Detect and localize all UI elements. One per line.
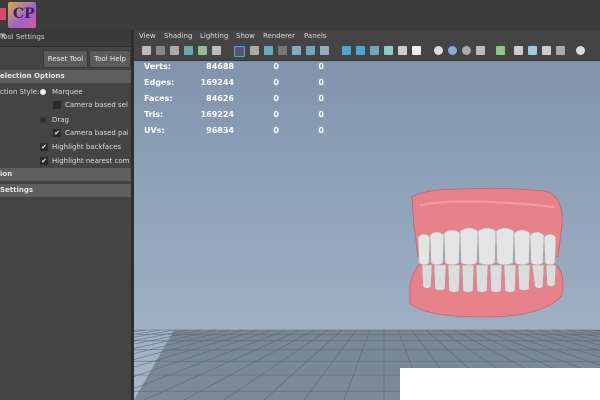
tool-settings-header: Tool Settings ⇱ ✕ (0, 30, 131, 47)
shelf-tab-marker (0, 8, 6, 20)
stat-value: 0 (318, 94, 324, 103)
safe-action-icon[interactable] (306, 46, 315, 55)
menu-renderer[interactable]: Renderer (263, 32, 295, 40)
highlight-nearest-checkbox[interactable]: ✔ (40, 157, 48, 165)
tool-settings-panel: Tool Settings ⇱ ✕ Reset Tool Tool Help e… (0, 30, 131, 400)
safe-title-icon[interactable] (320, 46, 329, 55)
screen-space-ao-icon[interactable] (434, 46, 443, 55)
section-settings[interactable]: Settings (0, 184, 131, 197)
antialias-icon[interactable] (462, 46, 471, 55)
camera-based-sel-label: Camera based sel (65, 101, 128, 109)
stat-value: 0 (273, 94, 279, 103)
stat-value: 0 (318, 62, 324, 71)
image-plane-icon[interactable] (184, 46, 193, 55)
grease-pencil-icon[interactable] (212, 46, 221, 55)
menu-lighting[interactable]: Lighting (200, 32, 228, 40)
drag-radio[interactable] (40, 117, 46, 123)
highlight-backfaces-label: Highlight backfaces (52, 143, 122, 151)
menu-view[interactable]: View (139, 32, 156, 40)
section-ion[interactable]: ion (0, 168, 131, 181)
stat-value: 96834 (206, 126, 234, 135)
film-gate-icon[interactable] (250, 46, 259, 55)
marquee-radio[interactable] (40, 89, 46, 95)
motion-blur-icon[interactable] (448, 46, 457, 55)
camera-attributes-icon[interactable] (156, 46, 165, 55)
xray-components-icon[interactable] (542, 46, 551, 55)
wireframe-on-shaded-icon[interactable] (370, 46, 379, 55)
top-shelf: CP (0, 0, 600, 30)
camera-based-paint-checkbox[interactable]: ✔ (53, 129, 61, 137)
marquee-label: Marquee (52, 88, 83, 96)
highlight-backfaces-checkbox[interactable]: ✔ (40, 143, 48, 151)
reset-tool-button[interactable]: Reset Tool (43, 50, 88, 68)
app-logo-icon[interactable]: CP (8, 2, 36, 28)
menu-show[interactable]: Show (236, 32, 255, 40)
field-chart-icon[interactable] (292, 46, 301, 55)
gate-mask-icon[interactable] (278, 46, 287, 55)
color-management-icon[interactable] (576, 46, 585, 55)
tool-help-button[interactable]: Tool Help (89, 50, 131, 68)
stat-value: 169244 (200, 78, 234, 87)
camera-icon[interactable] (142, 46, 151, 55)
bookmark-icon[interactable] (170, 46, 179, 55)
stat-value: 84626 (206, 94, 234, 103)
selection-style-label: ction Style: (0, 88, 40, 96)
viewport-menubar: View Shading Lighting Show Renderer Pane… (134, 30, 600, 43)
grid-icon[interactable] (234, 46, 245, 57)
teeth-model[interactable] (404, 185, 574, 325)
2d-pan-icon[interactable] (198, 46, 207, 55)
menu-panels[interactable]: Panels (304, 32, 327, 40)
texture-icon[interactable] (384, 46, 393, 55)
xray-joints-icon[interactable] (528, 46, 537, 55)
highlight-nearest-label: Highlight nearest com (52, 157, 130, 165)
depth-of-field-icon[interactable] (476, 46, 485, 55)
camera-based-sel-checkbox[interactable] (53, 101, 61, 109)
section-selection-options[interactable]: election Options (0, 70, 131, 83)
stat-value: 0 (318, 110, 324, 119)
shadow-icon[interactable] (412, 46, 421, 55)
image-overlay (400, 368, 600, 400)
light-icon[interactable] (398, 46, 407, 55)
wireframe-icon[interactable] (342, 46, 351, 55)
stat-value: 84688 (206, 62, 234, 71)
menu-shading[interactable]: Shading (164, 32, 192, 40)
resolution-gate-icon[interactable] (264, 46, 273, 55)
close-icon[interactable]: ✕ (0, 32, 125, 41)
shaded-icon[interactable] (356, 46, 365, 55)
drag-label: Drag (52, 116, 70, 124)
stat-value: 169224 (200, 110, 234, 119)
camera-based-paint-label: Camera based pai (65, 129, 129, 137)
viewport-toolbar (134, 43, 600, 61)
gamma-icon[interactable] (556, 46, 565, 55)
stat-value: 0 (273, 78, 279, 87)
viewport-3d[interactable]: View Shading Lighting Show Renderer Pane… (134, 30, 600, 400)
xray-icon[interactable] (514, 46, 523, 55)
stat-value: 0 (318, 78, 324, 87)
isolate-icon[interactable] (496, 46, 505, 55)
stat-value: 0 (273, 110, 279, 119)
stat-value: 0 (318, 126, 324, 135)
stat-value: 0 (273, 126, 279, 135)
stat-value: 0 (273, 62, 279, 71)
